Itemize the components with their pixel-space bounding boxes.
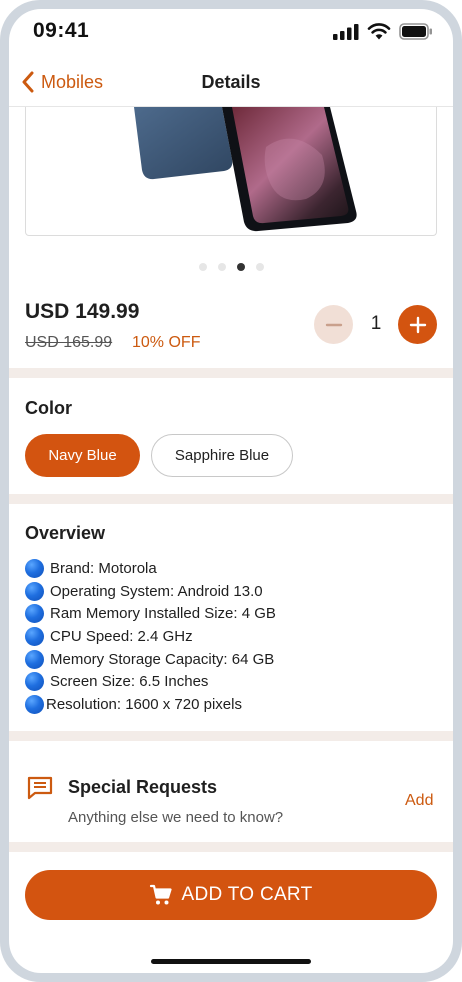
carousel-dot[interactable]: [198, 263, 207, 271]
carousel-dot[interactable]: [255, 263, 264, 271]
overview-item-text: Screen Size: 6.5 Inches: [50, 673, 209, 691]
list-item: Resolution: 1600 x 720 pixels: [25, 693, 276, 716]
blue-circle-icon: [25, 581, 44, 601]
wifi-icon: [367, 23, 391, 40]
back-label: Mobiles: [41, 71, 104, 92]
phone-frame: 09:41 Mobiles Details USD 149.99 USD 165…: [0, 0, 462, 982]
overview-item-text: Brand: Motorola: [50, 559, 157, 577]
section-divider: [9, 731, 453, 741]
blue-circle-icon: [25, 694, 44, 714]
list-item: Screen Size: 6.5 Inches: [25, 670, 276, 693]
special-requests-title: Special Requests: [68, 777, 218, 797]
quantity-value: 1: [370, 313, 382, 334]
product-image-carousel[interactable]: [25, 107, 437, 236]
app-screen: 09:41 Mobiles Details USD 149.99 USD 165…: [9, 9, 453, 973]
quantity-decrease-button[interactable]: [314, 305, 353, 344]
color-section-title: Color: [25, 398, 72, 418]
special-requests-subtitle: Anything else we need to know?: [68, 809, 284, 826]
shopping-cart-icon: [150, 884, 173, 905]
overview-item-text: Ram Memory Installed Size: 4 GB: [50, 605, 276, 623]
plus-icon: [409, 316, 426, 333]
overview-item-text: CPU Speed: 2.4 GHz: [50, 627, 193, 645]
status-bar: 09:41: [9, 9, 453, 61]
list-item: CPU Speed: 2.4 GHz: [25, 625, 276, 648]
home-indicator[interactable]: [151, 959, 311, 964]
section-divider: [9, 842, 453, 852]
overview-section-title: Overview: [25, 523, 106, 543]
status-icons: [333, 23, 433, 40]
carousel-dot-active[interactable]: [236, 263, 245, 271]
blue-circle-icon: [25, 604, 44, 624]
blue-circle-icon: [25, 649, 44, 669]
list-item: Operating System: Android 13.0: [25, 580, 276, 603]
add-to-cart-label: ADD TO CART: [181, 884, 313, 905]
current-price: USD 149.99: [25, 300, 140, 323]
list-item: Brand: Motorola: [25, 557, 276, 580]
discount-label: 10% OFF: [132, 334, 201, 351]
color-option-sapphire-blue[interactable]: Sapphire Blue: [151, 434, 293, 477]
section-divider: [9, 368, 453, 378]
status-time: 09:41: [33, 19, 90, 42]
chevron-left-icon: [22, 71, 34, 93]
blue-circle-icon: [25, 558, 44, 578]
list-item: Ram Memory Installed Size: 4 GB: [25, 602, 276, 625]
product-image: [134, 107, 357, 232]
nav-bar: Mobiles Details: [9, 61, 453, 107]
carousel-dot[interactable]: [217, 263, 226, 271]
cellular-signal-icon: [333, 23, 359, 40]
blue-circle-icon: [25, 672, 44, 692]
overview-list: Brand: Motorola Operating System: Androi…: [25, 557, 276, 716]
list-item: Memory Storage Capacity: 64 GB: [25, 648, 276, 671]
special-requests-add-button[interactable]: Add: [405, 792, 433, 810]
original-price: USD 165.99: [25, 334, 113, 351]
overview-item-text: Memory Storage Capacity: 64 GB: [50, 650, 275, 668]
color-option-navy-blue[interactable]: Navy Blue: [25, 434, 140, 477]
carousel-dots: [9, 263, 453, 271]
message-icon: [27, 776, 53, 800]
overview-item-text: Resolution: 1600 x 720 pixels: [46, 695, 242, 713]
blue-circle-icon: [25, 626, 44, 646]
quantity-increase-button[interactable]: [398, 305, 437, 344]
minus-icon: [325, 323, 342, 326]
section-divider: [9, 494, 453, 504]
add-to-cart-button[interactable]: ADD TO CART: [25, 870, 437, 920]
back-button[interactable]: Mobiles: [21, 71, 103, 93]
battery-icon: [399, 23, 432, 40]
overview-item-text: Operating System: Android 13.0: [50, 582, 263, 600]
